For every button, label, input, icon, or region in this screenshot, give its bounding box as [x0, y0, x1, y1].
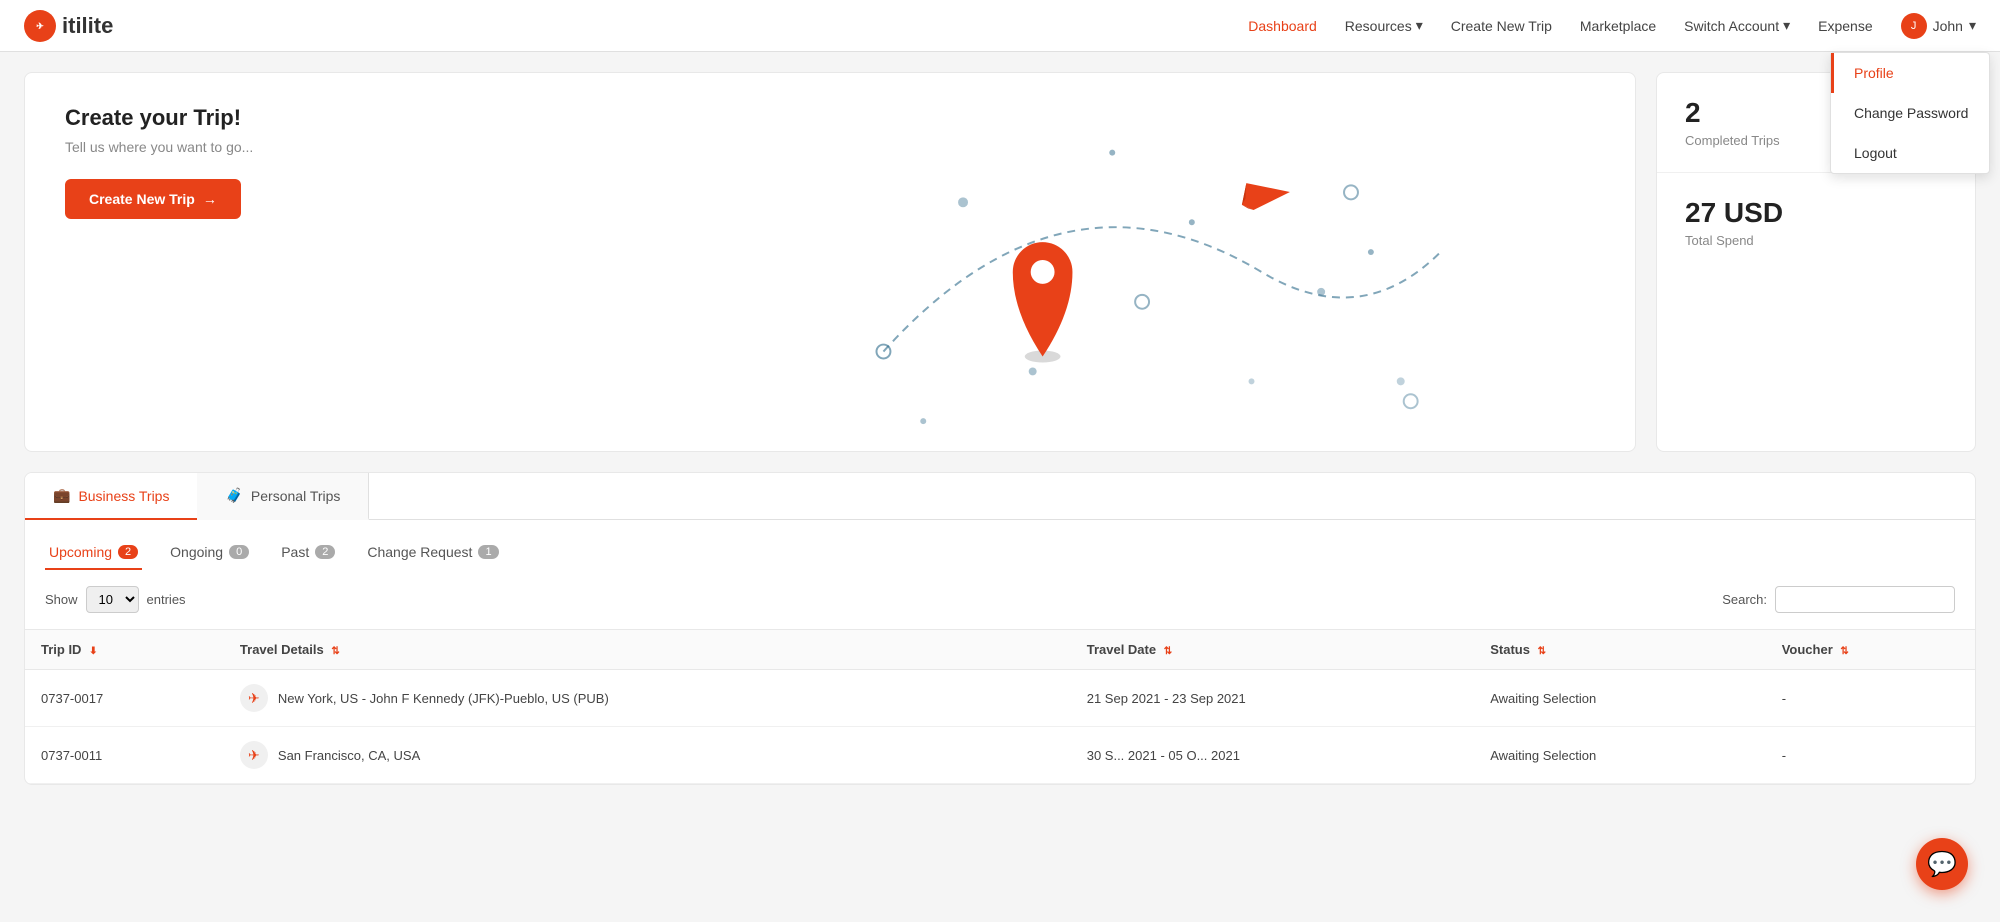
brand-name: itilite [62, 13, 113, 39]
nav-create-new-trip[interactable]: Create New Trip [1451, 18, 1552, 34]
main-content: Create your Trip! Tell us where you want… [0, 52, 2000, 805]
col-travel-date[interactable]: Travel Date ⇅ [1071, 630, 1475, 670]
sub-tab-ongoing[interactable]: Ongoing 0 [166, 536, 253, 570]
svg-text:✈: ✈ [36, 21, 44, 31]
cell-travel-details: ✈ New York, US - John F Kennedy (JFK)-Pu… [224, 670, 1071, 727]
cell-travel-date: 21 Sep 2021 - 23 Sep 2021 [1071, 670, 1475, 727]
hero-card: Create your Trip! Tell us where you want… [24, 72, 1636, 452]
arrow-icon: → [203, 191, 217, 207]
cell-trip-id: 0737-0011 [25, 727, 224, 784]
user-dropdown-menu: Profile Change Password Logout [1830, 52, 1990, 174]
cell-status: Awaiting Selection [1474, 670, 1765, 727]
tab-business-trips[interactable]: 💼 Business Trips [25, 473, 197, 520]
username: John [1933, 18, 1963, 34]
sub-tabs: Upcoming 2 Ongoing 0 Past 2 Change Reque… [25, 520, 1975, 570]
logo-icon: ✈ [24, 10, 56, 42]
total-spend-label: Total Spend [1685, 233, 1947, 248]
cell-status: Awaiting Selection [1474, 727, 1765, 784]
past-badge: 2 [315, 545, 335, 559]
show-entries-control: Show 10 25 50 entries [45, 586, 186, 613]
col-travel-details[interactable]: Travel Details ⇅ [224, 630, 1071, 670]
travel-mode-icon: ✈ [240, 684, 268, 712]
nav-marketplace[interactable]: Marketplace [1580, 18, 1656, 34]
sort-icon: ⇅ [1164, 646, 1172, 657]
search-label: Search: [1722, 592, 1767, 607]
sort-icon: ⇅ [1538, 646, 1546, 657]
dropdown-profile[interactable]: Profile [1831, 53, 1989, 93]
sort-icon: ⬇ [89, 646, 97, 657]
dropdown-change-password[interactable]: Change Password [1831, 93, 1989, 133]
nav-switch-account[interactable]: Switch Account ▾ [1684, 17, 1790, 34]
cell-travel-details: ✈ San Francisco, CA, USA [224, 727, 1071, 784]
chevron-down-icon: ▾ [1416, 17, 1423, 34]
table-controls: Show 10 25 50 entries Search: [25, 570, 1975, 629]
cell-trip-id: 0737-0017 [25, 670, 224, 727]
map-illustration [589, 73, 1636, 451]
search-box: Search: [1722, 586, 1955, 613]
user-chevron-icon: ▾ [1969, 17, 1976, 34]
nav-resources[interactable]: Resources ▾ [1345, 17, 1423, 34]
briefcase-icon: 💼 [53, 487, 70, 504]
sub-tab-past[interactable]: Past 2 [277, 536, 339, 570]
show-label: Show [45, 592, 78, 607]
user-menu[interactable]: J John ▾ [1901, 13, 1976, 39]
chat-fab-button[interactable]: 💬 [1916, 838, 1968, 890]
cell-voucher: - [1766, 727, 1975, 784]
table-row[interactable]: 0737-0017 ✈ New York, US - John F Kenned… [25, 670, 1975, 727]
trip-type-tabs: 💼 Business Trips 🧳 Personal Trips [25, 473, 1975, 520]
tab-personal-trips[interactable]: 🧳 Personal Trips [197, 473, 369, 520]
change-request-badge: 1 [478, 545, 498, 559]
ongoing-badge: 0 [229, 545, 249, 559]
chat-icon: 💬 [1927, 850, 1957, 879]
trips-table: Trip ID ⬇ Travel Details ⇅ Travel Date ⇅… [25, 629, 1975, 784]
person-icon: 🧳 [225, 487, 242, 504]
table-row[interactable]: 0737-0011 ✈ San Francisco, CA, USA 30 S.… [25, 727, 1975, 784]
chevron-down-icon: ▾ [1783, 17, 1790, 34]
col-voucher[interactable]: Voucher ⇅ [1766, 630, 1975, 670]
cell-voucher: - [1766, 670, 1975, 727]
avatar: J [1901, 13, 1927, 39]
sub-tab-change-request[interactable]: Change Request 1 [363, 536, 502, 570]
col-status[interactable]: Status ⇅ [1474, 630, 1765, 670]
entries-label: entries [147, 592, 186, 607]
brand-logo[interactable]: ✈ itilite [24, 10, 113, 42]
dropdown-logout[interactable]: Logout [1831, 133, 1989, 173]
sort-icon: ⇅ [1840, 646, 1848, 657]
cell-travel-date: 30 S... 2021 - 05 O... 2021 [1071, 727, 1475, 784]
create-trip-button[interactable]: Create New Trip → [65, 179, 241, 219]
navbar-links: Dashboard Resources ▾ Create New Trip Ma… [1248, 13, 1976, 39]
total-spend-number: 27 USD [1685, 197, 1947, 229]
search-input[interactable] [1775, 586, 1955, 613]
trips-section: 💼 Business Trips 🧳 Personal Trips Upcomi… [24, 472, 1976, 785]
upcoming-badge: 2 [118, 545, 138, 559]
nav-dashboard[interactable]: Dashboard [1248, 18, 1317, 34]
travel-mode-icon: ✈ [240, 741, 268, 769]
entries-select[interactable]: 10 25 50 [86, 586, 139, 613]
nav-expense[interactable]: Expense [1818, 18, 1872, 34]
navbar: ✈ itilite Dashboard Resources ▾ Create N… [0, 0, 2000, 52]
sub-tab-upcoming[interactable]: Upcoming 2 [45, 536, 142, 570]
table-header-row: Trip ID ⬇ Travel Details ⇅ Travel Date ⇅… [25, 630, 1975, 670]
col-trip-id[interactable]: Trip ID ⬇ [25, 630, 224, 670]
sort-icon: ⇅ [331, 646, 339, 657]
total-spend-stat: 27 USD Total Spend [1657, 173, 1975, 272]
